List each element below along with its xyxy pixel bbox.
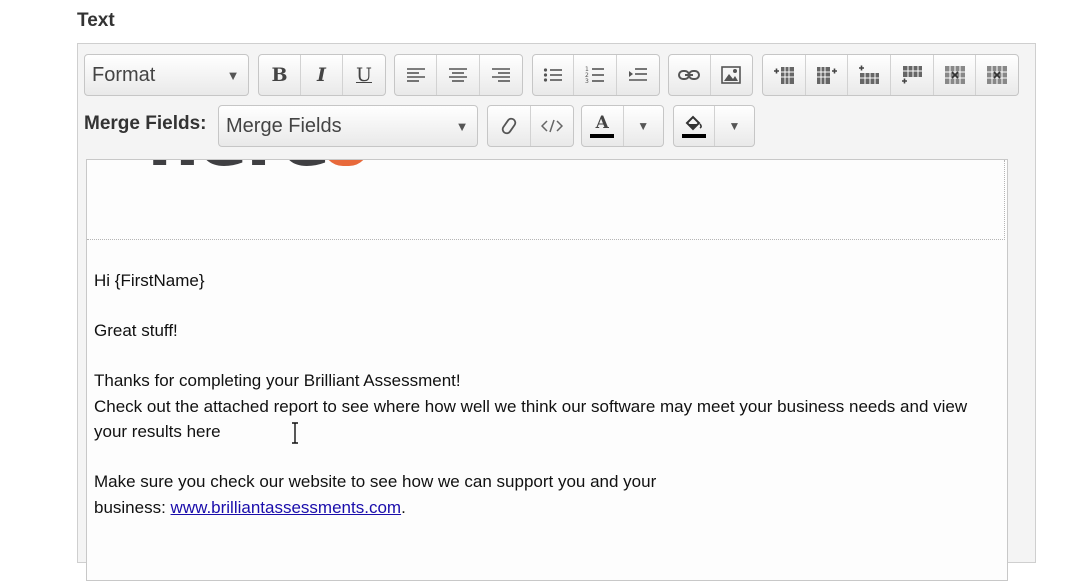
body-line: Check out the attached report to see whe… bbox=[94, 396, 968, 442]
insert-link-button[interactable] bbox=[669, 55, 711, 95]
text-color-dropdown-button[interactable]: ▼ bbox=[624, 106, 664, 146]
insert-row-before-icon bbox=[859, 65, 880, 84]
insert-row-after-icon bbox=[901, 66, 922, 84]
section-label: Text bbox=[77, 10, 115, 31]
chevron-down-icon: ▼ bbox=[226, 67, 240, 83]
merge-fields-dropdown-label: Merge Fields bbox=[226, 114, 342, 137]
insert-row-after-button[interactable] bbox=[891, 55, 934, 95]
eraser-button[interactable] bbox=[488, 106, 531, 146]
body-line: Great stuff! bbox=[94, 321, 178, 340]
greeting-line: Hi {FirstName} bbox=[94, 271, 205, 290]
link-icon bbox=[678, 70, 701, 80]
vertical-scrollbar[interactable] bbox=[1007, 160, 1008, 580]
body-line-suffix: . bbox=[401, 497, 406, 517]
background-color-group: ▼ bbox=[673, 105, 755, 147]
alignment-group bbox=[394, 54, 523, 96]
body-line-prefix: business: bbox=[94, 497, 171, 517]
delete-row-button[interactable] bbox=[934, 55, 977, 95]
insert-row-before-button[interactable] bbox=[848, 55, 892, 95]
align-right-icon bbox=[491, 68, 510, 82]
body-line: Make sure you check our website to see h… bbox=[94, 472, 657, 491]
underline-button[interactable]: U bbox=[343, 55, 385, 95]
numbered-list-icon: 123 bbox=[585, 66, 604, 84]
list-group: 123 bbox=[532, 54, 660, 96]
chevron-down-icon: ▼ bbox=[637, 119, 650, 133]
format-dropdown-label: Format bbox=[92, 63, 156, 86]
table-group bbox=[762, 54, 1019, 96]
delete-column-icon bbox=[987, 66, 1008, 84]
bulleted-list-button[interactable] bbox=[533, 55, 575, 95]
bold-button[interactable]: B bbox=[259, 55, 301, 95]
numbered-list-button[interactable]: 123 bbox=[574, 55, 617, 95]
editor-content-area[interactable]: nere Hi {FirstName} Great stuff! Thanks … bbox=[86, 159, 1008, 581]
insert-column-after-icon bbox=[816, 67, 837, 84]
indent-button[interactable] bbox=[617, 55, 659, 95]
chevron-down-icon: ▼ bbox=[455, 118, 469, 134]
source-code-button[interactable] bbox=[531, 106, 574, 146]
align-left-button[interactable] bbox=[395, 55, 438, 95]
body-line: business: www.brilliantassessments.com. bbox=[94, 495, 994, 521]
text-color-group: A ▼ bbox=[581, 105, 664, 147]
text-color-button[interactable]: A bbox=[582, 106, 624, 146]
bulleted-list-icon bbox=[544, 68, 563, 82]
insert-column-before-button[interactable] bbox=[763, 55, 806, 95]
text-cursor-icon bbox=[292, 422, 298, 444]
misc-group bbox=[487, 105, 574, 147]
text-color-swatch bbox=[590, 134, 615, 138]
background-color-button[interactable] bbox=[674, 106, 715, 146]
merge-fields-label: Merge Fields: bbox=[84, 113, 207, 134]
image-icon bbox=[721, 66, 742, 84]
logo-accent-shape bbox=[323, 160, 369, 166]
italic-button[interactable]: I bbox=[301, 55, 343, 95]
insert-group bbox=[668, 54, 753, 96]
code-icon bbox=[540, 119, 563, 133]
delete-column-button[interactable] bbox=[976, 55, 1018, 95]
insert-image-button[interactable] bbox=[711, 55, 753, 95]
body-line: Thanks for completing your Brilliant Ass… bbox=[94, 371, 461, 390]
background-color-dropdown-button[interactable]: ▼ bbox=[715, 106, 754, 146]
text-color-icon: A bbox=[595, 113, 609, 133]
align-center-button[interactable] bbox=[437, 55, 480, 95]
logo-image: nere bbox=[87, 160, 1005, 240]
email-body: Hi {FirstName} Great stuff! Thanks for c… bbox=[94, 268, 994, 520]
delete-row-icon bbox=[944, 66, 965, 84]
indent-icon bbox=[628, 68, 647, 81]
svg-text:3: 3 bbox=[585, 78, 589, 84]
paint-bucket-icon bbox=[685, 115, 702, 130]
align-left-icon bbox=[406, 68, 425, 82]
format-dropdown[interactable]: Format ▼ bbox=[84, 54, 249, 96]
merge-fields-dropdown[interactable]: Merge Fields ▼ bbox=[218, 105, 478, 147]
text-style-group: B I U bbox=[258, 54, 386, 96]
insert-column-before-icon bbox=[773, 67, 794, 84]
website-link[interactable]: www.brilliantassessments.com bbox=[171, 498, 402, 517]
align-center-icon bbox=[449, 68, 468, 82]
insert-column-after-button[interactable] bbox=[806, 55, 849, 95]
eraser-icon bbox=[501, 117, 516, 135]
chevron-down-icon: ▼ bbox=[728, 119, 741, 133]
rich-text-editor: Format ▼ B I U 123 Merge Fields: Merge F… bbox=[77, 43, 1036, 581]
background-color-swatch bbox=[681, 133, 706, 138]
align-right-button[interactable] bbox=[480, 55, 522, 95]
